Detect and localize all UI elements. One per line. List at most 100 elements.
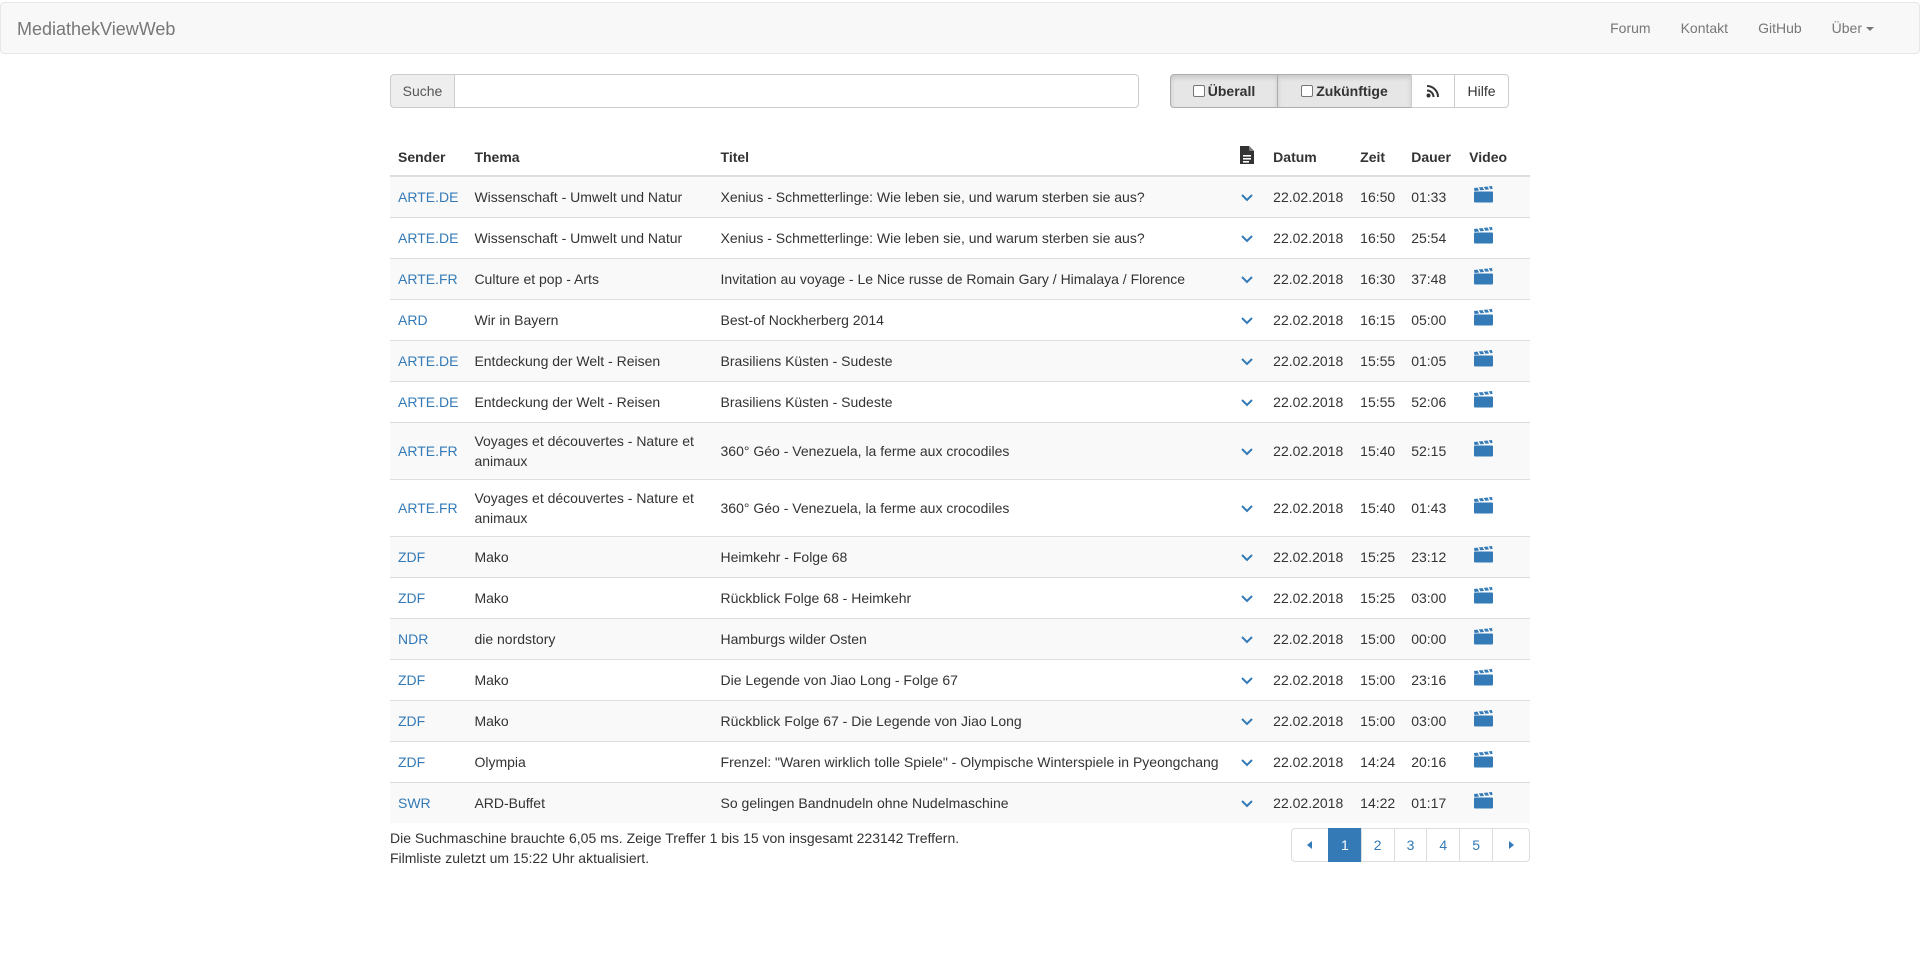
video-link[interactable] [1461, 216, 1530, 258]
video-link[interactable] [1461, 781, 1530, 823]
zeit-cell: 16:50 [1352, 175, 1404, 217]
page-link-2[interactable]: 2 [1360, 828, 1395, 862]
table-header-row: Sender Thema Titel Datum Zeit Dauer Vide… [390, 138, 1530, 177]
video-link[interactable] [1461, 617, 1530, 659]
expand-description-button[interactable] [1229, 699, 1266, 741]
future-checkbox[interactable] [1301, 85, 1314, 97]
film-clapper-icon [1473, 185, 1495, 203]
sender-link[interactable]: ZDF [390, 740, 467, 782]
sender-link[interactable]: ARTE.DE [390, 339, 467, 381]
everywhere-checkbox[interactable] [1192, 85, 1205, 97]
header-description [1229, 138, 1266, 177]
dauer-cell: 20:16 [1403, 740, 1462, 782]
thema-cell: Culture et pop - Arts [466, 257, 713, 299]
future-toggle-button[interactable]: Zukünftige [1277, 74, 1412, 108]
titel-cell: 360° Géo - Venezuela, la ferme aux croco… [712, 421, 1230, 479]
video-link[interactable] [1461, 699, 1530, 741]
zeit-cell: 15:40 [1352, 421, 1404, 479]
video-link[interactable] [1461, 257, 1530, 299]
table-row: ARTE.DE Entdeckung der Welt - Reisen Brasi… [390, 339, 1530, 381]
page-link-3[interactable]: 3 [1393, 828, 1428, 862]
nav-dropdown-ueber[interactable]: Über [1817, 20, 1889, 36]
help-button[interactable]: Hilfe [1454, 74, 1509, 108]
video-link[interactable] [1461, 380, 1530, 422]
header-video: Video [1461, 138, 1530, 177]
nav-links: Forum Kontakt GitHub Über [1595, 20, 1889, 36]
page-link-1[interactable]: 1 [1328, 828, 1362, 862]
table-row: ZDF Mako Rückblick Folge 68 - Heimkehr 22.0… [390, 576, 1530, 618]
page-link-5[interactable]: 5 [1459, 828, 1493, 862]
sender-link[interactable]: ARTE.DE [390, 175, 467, 217]
pagination: 1 2 3 4 5 [1291, 828, 1530, 862]
expand-description-button[interactable] [1229, 175, 1266, 217]
everywhere-toggle-button[interactable]: Überall [1170, 74, 1278, 108]
expand-description-button[interactable] [1229, 576, 1266, 618]
film-clapper-icon [1473, 226, 1495, 244]
sender-link[interactable]: ZDF [390, 699, 467, 741]
sender-link[interactable]: ARD [390, 298, 467, 340]
expand-description-button[interactable] [1229, 535, 1266, 577]
sender-link[interactable]: ARTE.DE [390, 216, 467, 258]
expand-description-button[interactable] [1229, 380, 1266, 422]
nav-link-github[interactable]: GitHub [1743, 20, 1817, 36]
expand-description-button[interactable] [1229, 216, 1266, 258]
film-clapper-icon [1473, 750, 1495, 768]
video-link[interactable] [1461, 478, 1530, 536]
search-input[interactable] [454, 74, 1139, 108]
video-link[interactable] [1461, 658, 1530, 700]
search-info: Die Suchmaschine brauchte 6,05 ms. Zeige… [390, 828, 959, 868]
video-link[interactable] [1461, 339, 1530, 381]
expand-description-button[interactable] [1229, 658, 1266, 700]
video-link[interactable] [1461, 576, 1530, 618]
nav-link-forum[interactable]: Forum [1595, 20, 1665, 36]
titel-cell: Best-of Nockherberg 2014 [712, 298, 1230, 340]
expand-description-button[interactable] [1229, 617, 1266, 659]
datum-cell: 22.02.2018 [1265, 298, 1353, 340]
video-link[interactable] [1461, 298, 1530, 340]
video-link[interactable] [1461, 175, 1530, 217]
datum-cell: 22.02.2018 [1265, 576, 1353, 618]
thema-cell: Mako [466, 535, 713, 577]
expand-description-button[interactable] [1229, 478, 1266, 536]
video-link[interactable] [1461, 421, 1530, 479]
film-clapper-icon [1473, 709, 1495, 727]
search-group: Suche [390, 74, 1139, 108]
expand-description-button[interactable] [1229, 740, 1266, 782]
sender-link[interactable]: ARTE.FR [390, 421, 467, 479]
titel-cell: Xenius - Schmetterlinge: Wie leben sie, … [712, 216, 1230, 258]
zeit-cell: 14:22 [1352, 781, 1404, 823]
chevron-down-icon [1239, 588, 1255, 604]
brand-link[interactable]: MediathekViewWeb [17, 19, 175, 40]
sender-link[interactable]: NDR [390, 617, 467, 659]
expand-description-button[interactable] [1229, 298, 1266, 340]
table-row: ARTE.DE Wissenschaft - Umwelt und Natur Xe… [390, 216, 1530, 258]
nav-link-kontakt[interactable]: Kontakt [1666, 20, 1743, 36]
sender-link[interactable]: SWR [390, 781, 467, 823]
zeit-cell: 15:40 [1352, 478, 1404, 536]
next-page-button[interactable] [1491, 828, 1530, 862]
sender-link[interactable]: ARTE.DE [390, 380, 467, 422]
sender-link[interactable]: ARTE.FR [390, 478, 467, 536]
expand-description-button[interactable] [1229, 257, 1266, 299]
nav-dropdown-label: Über [1831, 20, 1862, 36]
expand-description-button[interactable] [1229, 781, 1266, 823]
zeit-cell: 15:55 [1352, 339, 1404, 381]
video-link[interactable] [1461, 740, 1530, 782]
sender-link[interactable]: ZDF [390, 576, 467, 618]
sender-link[interactable]: ZDF [390, 535, 467, 577]
prev-page-button[interactable] [1291, 828, 1329, 862]
sender-link[interactable]: ARTE.FR [390, 257, 467, 299]
rss-button[interactable] [1411, 74, 1455, 108]
video-link[interactable] [1461, 535, 1530, 577]
thema-cell: Olympia [466, 740, 713, 782]
page-link-4[interactable]: 4 [1426, 828, 1461, 862]
expand-description-button[interactable] [1229, 421, 1266, 479]
thema-cell: Mako [466, 658, 713, 700]
chevron-down-icon [1239, 711, 1255, 727]
expand-description-button[interactable] [1229, 339, 1266, 381]
titel-cell: Rückblick Folge 67 - Die Legende von Jia… [712, 699, 1230, 741]
future-label: Zukünftige [1316, 83, 1388, 99]
chevron-down-icon [1239, 752, 1255, 768]
rss-icon [1426, 85, 1439, 98]
sender-link[interactable]: ZDF [390, 658, 467, 700]
